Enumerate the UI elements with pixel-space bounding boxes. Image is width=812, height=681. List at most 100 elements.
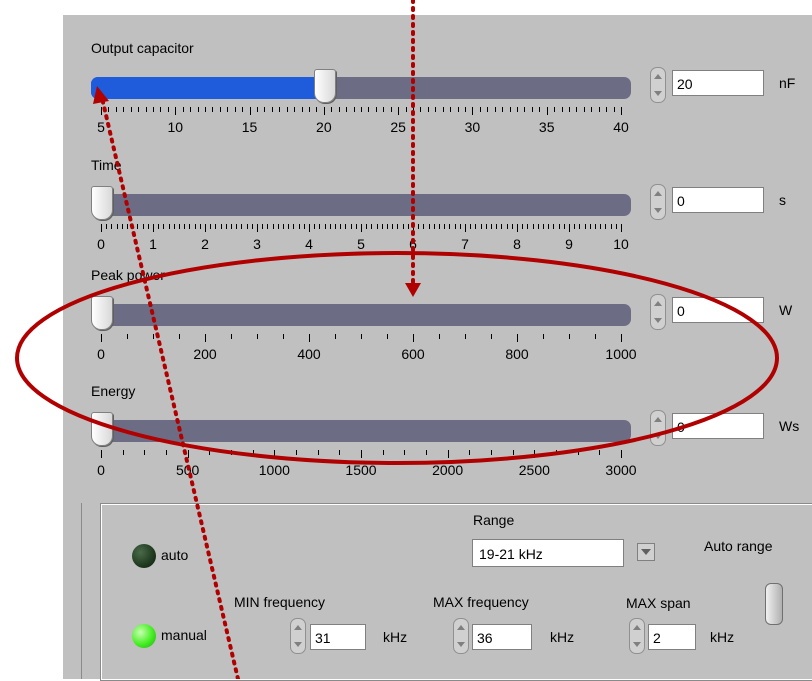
scale-tick — [288, 224, 290, 229]
scale-tick — [465, 107, 466, 112]
scale-tick — [470, 224, 472, 229]
scale-tick — [190, 107, 192, 112]
scale-tick — [283, 334, 284, 339]
scale-tick — [591, 107, 593, 112]
min-frequency-input[interactable]: 31 — [310, 624, 366, 650]
scale-tick-label: 10 — [613, 236, 629, 252]
scale-tick — [423, 224, 425, 229]
slider-track[interactable] — [91, 194, 631, 216]
scale-tick — [556, 450, 557, 455]
scale-tick — [405, 107, 407, 112]
manual-led[interactable] — [132, 624, 156, 648]
scale-tick — [435, 107, 437, 112]
slider-thumb[interactable] — [313, 69, 336, 103]
scale-tick — [355, 224, 357, 229]
scale-tick — [286, 107, 288, 112]
slider-thumb[interactable] — [91, 296, 113, 330]
scale-tick-label: 7 — [461, 236, 469, 252]
scale-tick — [116, 224, 118, 229]
value-input[interactable]: 0 — [672, 187, 764, 213]
scale-tick — [163, 224, 165, 229]
scale-tick-label: 600 — [401, 346, 425, 362]
scale-tick — [242, 107, 244, 112]
scale-tick — [413, 224, 414, 232]
value-input[interactable]: 20 — [672, 70, 764, 96]
scale-tick — [123, 107, 125, 112]
slider-track[interactable] — [91, 304, 631, 326]
scale-tick — [219, 107, 221, 112]
max-frequency-stepper[interactable] — [453, 618, 469, 654]
scale-tick — [532, 224, 534, 229]
scale-tick — [257, 107, 258, 112]
range-select[interactable]: 19-21 kHz — [472, 539, 624, 567]
scale-tick — [179, 334, 180, 339]
scale-tick — [418, 224, 420, 229]
auto-range-toggle[interactable] — [765, 583, 783, 625]
scale-tick — [383, 107, 385, 112]
scale-tick — [271, 107, 273, 112]
scale-tick — [517, 224, 518, 232]
scale-tick — [381, 224, 383, 229]
scale-tick — [309, 224, 310, 232]
scale-tick — [576, 107, 578, 112]
scale-tick — [413, 107, 414, 112]
scale-tick-label: 0 — [97, 236, 105, 252]
scale-tick — [439, 224, 440, 229]
scale-tick — [340, 224, 342, 229]
scale-tick — [427, 107, 429, 112]
scale-tick — [215, 224, 217, 229]
max-span-stepper[interactable] — [629, 618, 645, 654]
scale-tick — [485, 224, 487, 229]
max-frequency-input[interactable]: 36 — [472, 624, 532, 650]
scale-tick-label: 1000 — [605, 346, 637, 362]
scale-tick — [319, 224, 321, 229]
scale-tick — [350, 224, 352, 229]
slider-thumb[interactable] — [91, 412, 113, 446]
scale-tick — [225, 224, 227, 229]
slider-thumb[interactable] — [91, 186, 113, 220]
scale-tick — [166, 450, 167, 455]
slider-track[interactable] — [91, 420, 631, 442]
auto-led[interactable] — [132, 544, 156, 568]
scale-tick — [303, 224, 305, 229]
scale-tick — [296, 450, 297, 455]
scale-tick — [595, 334, 596, 339]
max-span-label: MAX span — [626, 595, 691, 611]
value-input[interactable]: 0 — [672, 413, 764, 439]
max-span-input[interactable]: 2 — [648, 624, 696, 650]
scale-tick — [397, 224, 399, 229]
min-frequency-label: MIN frequency — [234, 594, 326, 610]
slider-track[interactable] — [91, 77, 631, 99]
scale-tick — [309, 334, 310, 342]
scale-tick — [447, 450, 449, 458]
range-dropdown-button[interactable] — [637, 543, 655, 561]
value-stepper[interactable] — [650, 184, 666, 220]
scale-tick — [212, 107, 214, 112]
scale-tick — [469, 450, 471, 455]
scale-tick-label: 0 — [97, 462, 105, 478]
scale-tick — [345, 224, 347, 229]
scale-tick — [361, 450, 362, 458]
scale-tick — [122, 450, 124, 455]
value-stepper[interactable] — [650, 294, 666, 330]
scale-tick — [496, 224, 498, 229]
scale-tick — [246, 224, 248, 229]
scale-tick — [371, 224, 373, 229]
scale-tick — [252, 450, 254, 455]
scale-tick — [574, 224, 576, 229]
scale-tick — [491, 224, 492, 229]
scale-tick — [501, 224, 503, 229]
value-input[interactable]: 0 — [672, 297, 764, 323]
min-frequency-stepper[interactable] — [290, 618, 306, 654]
scale-tick-label: 40 — [613, 119, 629, 135]
scale-tick — [175, 107, 177, 115]
scale-tick — [194, 224, 196, 229]
value-stepper[interactable] — [650, 67, 666, 103]
scale-tick — [145, 107, 147, 112]
value-stepper[interactable] — [650, 410, 666, 446]
scale-tick — [346, 107, 348, 112]
scale-tick — [324, 224, 326, 229]
scale-tick — [449, 224, 451, 229]
scale-tick — [142, 224, 144, 229]
scale-tick — [584, 224, 586, 229]
